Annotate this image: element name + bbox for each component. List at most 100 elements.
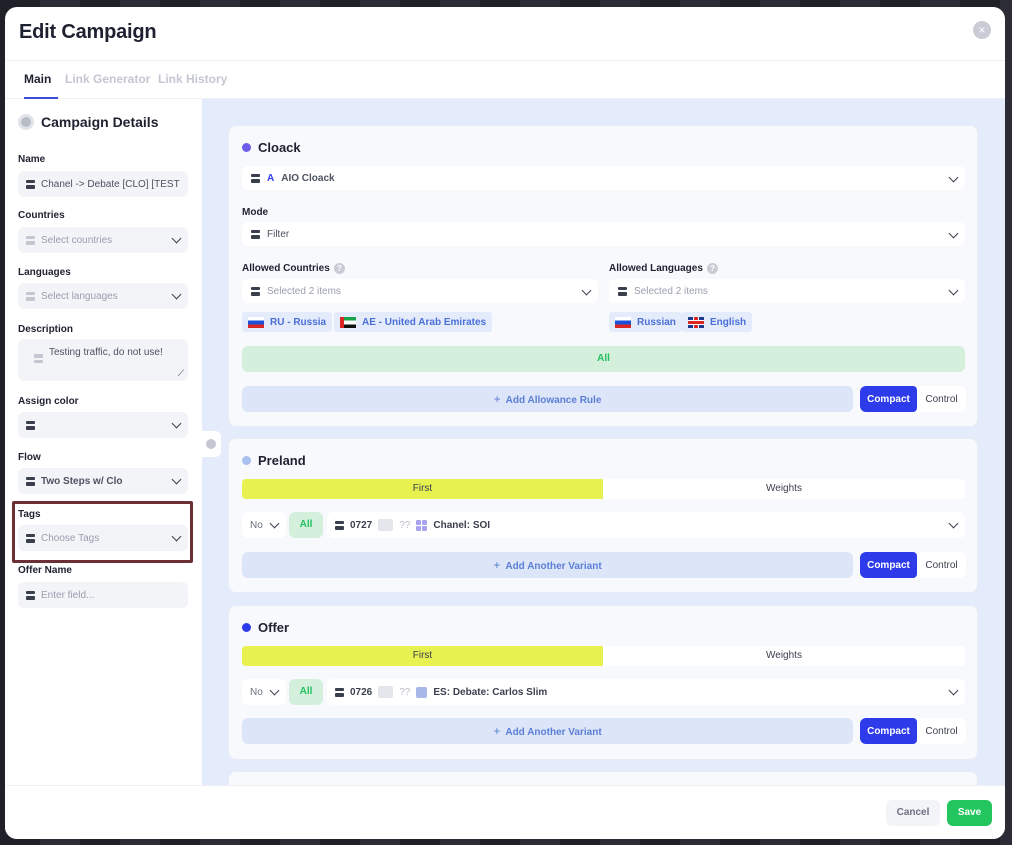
name-label: Name bbox=[18, 154, 46, 165]
offer-all-pill[interactable]: All bbox=[289, 679, 323, 705]
add-another-variant-button[interactable]: + Add Another Variant bbox=[242, 718, 853, 744]
assign-color-select[interactable] bbox=[18, 412, 188, 438]
offer-name-placeholder: Enter field... bbox=[41, 589, 95, 601]
close-icon[interactable]: × bbox=[973, 21, 991, 39]
offer-card: Offer First Weights No All 0726 ?? ES: D… bbox=[228, 605, 978, 760]
view-mode-toggle: Compact Control bbox=[860, 552, 966, 578]
first-option[interactable]: First bbox=[242, 646, 603, 666]
flow-select[interactable]: Two Steps w/ Clo bbox=[18, 468, 188, 494]
allowed-languages-select[interactable]: Selected 2 items bbox=[609, 279, 965, 303]
help-icon[interactable]: ? bbox=[333, 263, 345, 274]
variant-id: 0726 bbox=[350, 686, 373, 698]
control-button[interactable]: Control bbox=[917, 386, 966, 412]
chip-label: AE - United Arab Emirates bbox=[362, 316, 487, 328]
tab-link-history[interactable]: Link History bbox=[158, 72, 227, 86]
allowed-languages-text: Allowed Languages bbox=[609, 263, 703, 274]
view-mode-toggle: Compact Control bbox=[860, 718, 966, 744]
section-title-label: Campaign Details bbox=[41, 114, 159, 130]
preland-variant-select[interactable]: 0727 ?? Chanel: SOI bbox=[327, 512, 965, 538]
languages-label: Languages bbox=[18, 267, 71, 278]
cloack-service-value: AIO Cloack bbox=[281, 172, 335, 184]
collapse-sidebar-button[interactable] bbox=[201, 431, 221, 457]
languages-placeholder: Select languages bbox=[41, 290, 118, 302]
variant-unknown: ?? bbox=[399, 519, 411, 531]
modal-footer: Cancel Save bbox=[5, 785, 1005, 839]
server-icon bbox=[335, 520, 344, 530]
variant-id: 0727 bbox=[350, 519, 373, 531]
add-allowance-rule-button[interactable]: + Add Allowance Rule bbox=[242, 386, 853, 412]
chevron-down-icon bbox=[171, 289, 182, 300]
mode-value: Filter bbox=[267, 228, 290, 240]
country-chip-ae[interactable]: AE - United Arab Emirates bbox=[334, 312, 493, 332]
compact-button[interactable]: Compact bbox=[860, 552, 917, 578]
control-button[interactable]: Control bbox=[917, 718, 966, 744]
server-icon bbox=[34, 354, 43, 363]
allowed-countries-placeholder: Selected 2 items bbox=[267, 285, 341, 297]
offer-name-input[interactable]: Enter field... bbox=[18, 582, 188, 608]
chevron-down-icon bbox=[948, 228, 959, 239]
offer-variant-select[interactable]: 0726 ?? ES: Debate: Carlos Slim bbox=[327, 679, 965, 705]
weights-option[interactable]: Weights bbox=[603, 646, 965, 666]
language-chip-russian[interactable]: Russian bbox=[609, 312, 682, 332]
variant-name: ES: Debate: Carlos Slim bbox=[433, 686, 548, 698]
compact-button[interactable]: Compact bbox=[860, 718, 917, 744]
server-icon bbox=[26, 476, 35, 486]
name-input[interactable]: Chanel -> Debate [CLO] [TEST bbox=[18, 171, 188, 197]
server-icon bbox=[251, 229, 260, 239]
add-variant-label: Add Another Variant bbox=[505, 561, 602, 572]
preland-no-select[interactable]: No bbox=[242, 512, 286, 538]
chevron-down-icon bbox=[948, 685, 959, 696]
uk-flag-icon bbox=[688, 316, 704, 328]
add-another-variant-button[interactable]: + Add Another Variant bbox=[242, 552, 853, 578]
mode-select[interactable]: Filter bbox=[242, 222, 965, 246]
offer-no-select[interactable]: No bbox=[242, 679, 286, 705]
resize-handle-icon[interactable]: ⟋ bbox=[178, 368, 184, 379]
cloack-service-select[interactable]: A AIO Cloack bbox=[242, 166, 965, 190]
cancel-button[interactable]: Cancel bbox=[886, 800, 940, 826]
edit-campaign-modal: Edit Campaign × Main Link Generator Link… bbox=[5, 7, 1005, 839]
chip-label: RU - Russia bbox=[270, 316, 327, 328]
tab-main[interactable]: Main bbox=[24, 72, 51, 86]
description-textarea[interactable]: Testing traffic, do not use! ⟋ bbox=[18, 339, 188, 381]
server-icon bbox=[26, 235, 35, 245]
thumbnail-placeholder bbox=[378, 519, 394, 531]
compact-button[interactable]: Compact bbox=[860, 386, 917, 412]
save-button[interactable]: Save bbox=[947, 800, 992, 826]
main-content: Cloack A AIO Cloack Mode Filter Allowed … bbox=[202, 99, 1005, 785]
view-mode-toggle: Compact Control bbox=[860, 386, 966, 412]
help-icon[interactable]: ? bbox=[706, 263, 718, 274]
server-icon bbox=[26, 420, 35, 430]
server-icon bbox=[618, 286, 627, 296]
countries-select[interactable]: Select countries bbox=[18, 227, 188, 253]
chevron-down-icon bbox=[171, 474, 182, 485]
tab-link-generator[interactable]: Link Generator bbox=[65, 72, 150, 86]
country-chip-ru[interactable]: RU - Russia bbox=[242, 312, 333, 332]
server-icon bbox=[251, 173, 260, 183]
allowed-countries-label: Allowed Countries ? bbox=[242, 263, 345, 274]
description-label: Description bbox=[18, 324, 74, 335]
server-icon bbox=[26, 590, 35, 600]
languages-select[interactable]: Select languages bbox=[18, 283, 188, 309]
preland-all-pill[interactable]: All bbox=[289, 512, 323, 538]
chevron-down-icon bbox=[171, 233, 182, 244]
server-icon bbox=[251, 286, 260, 296]
server-icon bbox=[335, 687, 344, 697]
tags-highlight-box bbox=[12, 501, 193, 563]
status-dot bbox=[242, 143, 251, 152]
add-variant-label: Add Another Variant bbox=[505, 727, 602, 738]
control-button[interactable]: Control bbox=[917, 552, 966, 578]
weights-option[interactable]: Weights bbox=[603, 479, 965, 499]
plus-icon: + bbox=[493, 724, 501, 738]
chevron-down-icon bbox=[581, 285, 592, 296]
description-value: Testing traffic, do not use! bbox=[49, 347, 163, 358]
first-option[interactable]: First bbox=[242, 479, 603, 499]
cloack-title-label: Cloack bbox=[258, 140, 301, 155]
thumbnail-placeholder bbox=[378, 686, 394, 698]
tab-bar: Main Link Generator Link History bbox=[5, 62, 1005, 99]
person-icon bbox=[416, 686, 428, 698]
all-rule-bar[interactable]: All bbox=[242, 346, 965, 372]
chip-label: Russian bbox=[637, 316, 676, 328]
variant-unknown: ?? bbox=[399, 686, 411, 698]
allowed-countries-select[interactable]: Selected 2 items bbox=[242, 279, 598, 303]
language-chip-english[interactable]: English bbox=[682, 312, 753, 332]
